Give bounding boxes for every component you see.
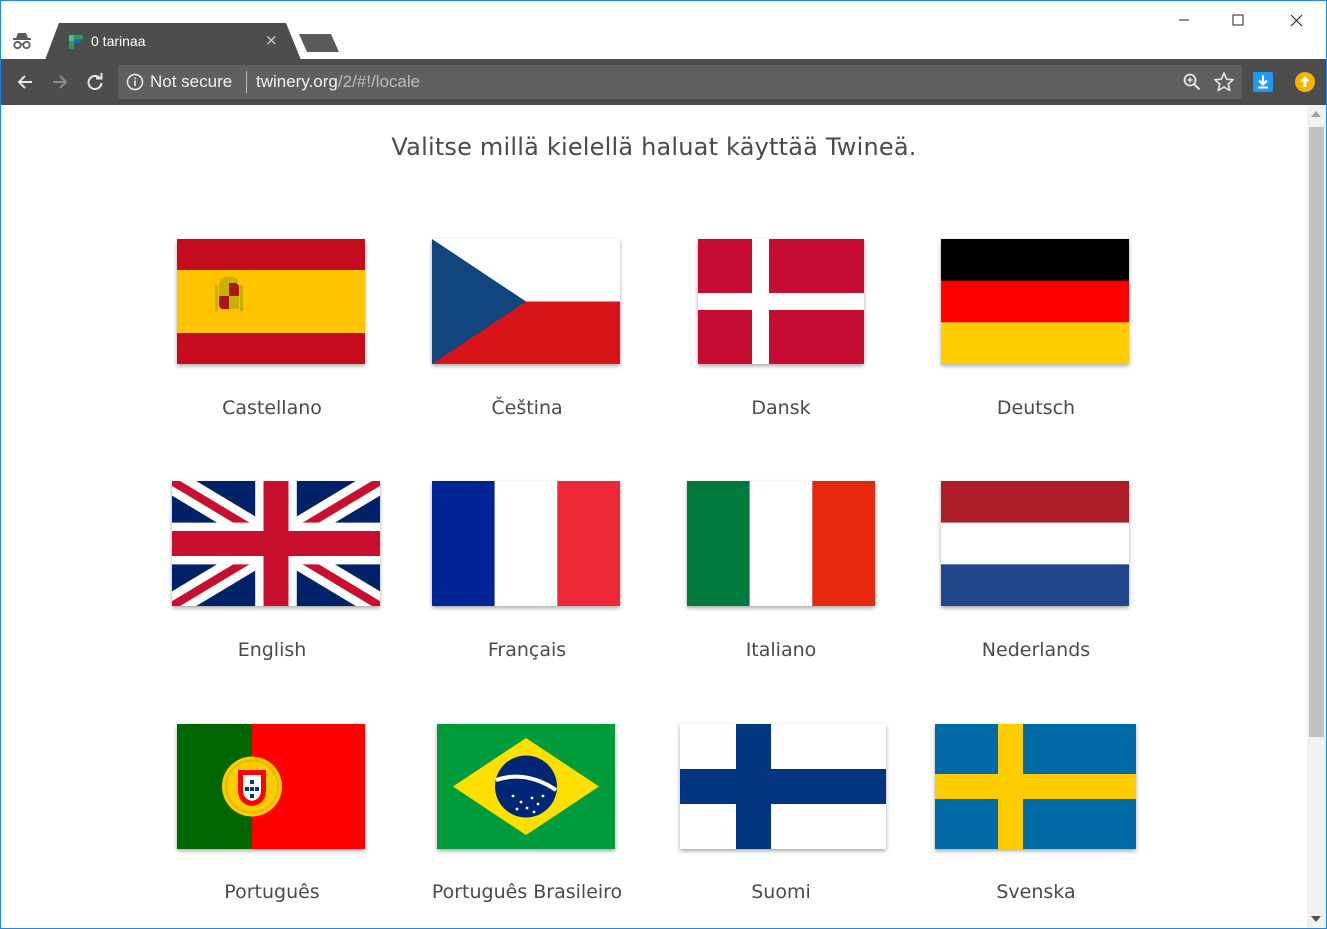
forward-button[interactable] — [47, 69, 73, 95]
back-arrow-icon — [17, 75, 32, 89]
sweden-flag-icon — [935, 724, 1136, 849]
url-path: /2/#!/locale — [337, 72, 421, 91]
language-option[interactable]: Čeština — [400, 239, 654, 469]
scroll-up-arrow-icon[interactable] — [1311, 111, 1321, 117]
language-label: Português — [224, 881, 320, 903]
language-option[interactable]: Castellano — [145, 239, 399, 469]
url-host: twinery.org — [256, 72, 338, 91]
page-content: Valitse millä kielellä haluat käyttää Tw… — [1, 105, 1307, 928]
language-label: Italiano — [745, 639, 817, 661]
page-heading: Valitse millä kielellä haluat käyttää Tw… — [391, 133, 917, 161]
language-label: Dansk — [751, 397, 811, 419]
language-option[interactable]: Nederlands — [909, 481, 1163, 711]
vertical-scrollbar[interactable] — [1307, 105, 1326, 928]
scroll-down-arrow-icon[interactable] — [1311, 916, 1321, 922]
back-button[interactable] — [12, 69, 38, 95]
language-label: Čeština — [491, 397, 563, 419]
brazil-flag-icon — [437, 724, 615, 849]
czech-flag-icon — [432, 239, 620, 364]
language-label: Português Brasileiro — [431, 881, 623, 903]
security-status[interactable]: Not secure — [150, 72, 232, 92]
close-icon — [1290, 14, 1302, 26]
language-option[interactable]: Português Brasileiro — [400, 724, 654, 928]
close-window-button[interactable] — [1273, 7, 1319, 33]
url-text[interactable]: twinery.org/2/#!/locale — [256, 72, 420, 92]
language-label: Nederlands — [981, 639, 1091, 661]
minimize-icon — [1179, 19, 1189, 21]
language-label: Svenska — [996, 881, 1076, 903]
italy-flag-icon — [687, 481, 875, 606]
address-separator — [246, 71, 247, 93]
germany-flag-icon — [941, 239, 1129, 364]
tab-close-icon[interactable]: × — [265, 31, 278, 49]
language-label: Français — [487, 639, 567, 661]
forward-arrow-icon — [53, 75, 68, 89]
language-option[interactable]: Français — [400, 481, 654, 711]
reload-button[interactable] — [82, 69, 108, 95]
france-flag-icon — [432, 481, 620, 606]
spain-flag-icon — [177, 239, 365, 364]
browser-toolbar: Not secure twinery.org/2/#!/locale — [1, 59, 1326, 105]
browser-window: 0 tarinaa × Not secure twinery.org/2/#!/… — [0, 0, 1327, 929]
language-label: Suomi — [751, 881, 811, 903]
address-bar[interactable]: Not secure twinery.org/2/#!/locale — [118, 65, 1242, 99]
tab-active[interactable]: 0 tarinaa × — [45, 23, 301, 60]
finland-flag-icon — [680, 724, 886, 849]
language-label: English — [237, 639, 307, 661]
language-label: Castellano — [222, 397, 322, 419]
maximize-icon — [1232, 14, 1244, 26]
zoom-icon[interactable] — [1182, 72, 1202, 92]
language-option[interactable]: English — [145, 481, 399, 711]
download-extension-icon[interactable] — [1253, 72, 1273, 92]
language-option[interactable]: Svenska — [909, 724, 1163, 928]
extension-badge-icon[interactable] — [1294, 71, 1316, 93]
tab-strip: 0 tarinaa × — [1, 1, 1326, 60]
denmark-flag-icon — [698, 239, 864, 364]
language-option[interactable]: Italiano — [654, 481, 908, 711]
twine-favicon-icon — [69, 35, 83, 49]
minimize-button[interactable] — [1161, 7, 1207, 33]
tab-title: 0 tarinaa — [91, 33, 146, 49]
uk-flag-icon — [172, 481, 380, 606]
new-tab-button[interactable] — [297, 33, 341, 53]
info-icon[interactable] — [126, 73, 144, 91]
incognito-icon — [13, 33, 31, 50]
bookmark-star-icon[interactable] — [1213, 71, 1235, 93]
maximize-button[interactable] — [1215, 7, 1261, 33]
language-option[interactable]: Deutsch — [909, 239, 1163, 469]
scrollbar-thumb[interactable] — [1309, 127, 1324, 737]
language-option[interactable]: Português — [145, 724, 399, 928]
language-option[interactable]: Dansk — [654, 239, 908, 469]
reload-icon — [87, 73, 103, 90]
language-label: Deutsch — [996, 397, 1076, 419]
portugal-flag-icon — [177, 724, 365, 849]
language-option[interactable]: Suomi — [654, 724, 908, 928]
netherlands-flag-icon — [941, 481, 1129, 606]
